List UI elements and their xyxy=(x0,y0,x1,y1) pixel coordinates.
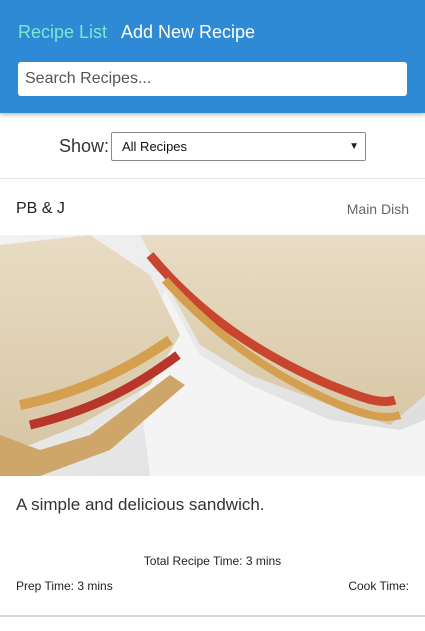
filter-label: Show: xyxy=(59,136,110,156)
recipe-category: Main Dish xyxy=(346,201,409,217)
prep-time: Prep Time: 3 mins xyxy=(16,579,113,593)
recipe-image[interactable] xyxy=(0,235,425,476)
nav-recipe-list[interactable]: Recipe List xyxy=(18,21,107,43)
total-recipe-time: Total Recipe Time: 3 mins xyxy=(143,554,282,568)
search-input[interactable] xyxy=(18,62,407,96)
sandwich-photo xyxy=(0,235,425,476)
cook-time: Cook Time: xyxy=(348,579,409,593)
select-value: All Recipes xyxy=(122,139,188,154)
app-header: Recipe List Add New Recipe xyxy=(0,0,425,113)
nav-add-new-recipe[interactable]: Add New Recipe xyxy=(121,21,255,43)
recipe-title[interactable]: PB & J xyxy=(16,199,65,219)
recipe-filter-select[interactable]: All Recipes ▼ xyxy=(111,132,366,161)
recipe-card[interactable]: PB & J Main Dish A simple and delicious … xyxy=(0,180,425,617)
dropdown-arrow-icon: ▼ xyxy=(349,141,359,152)
recipe-description: A simple and delicious sandwich. xyxy=(16,495,265,514)
filter-bar: Show: All Recipes ▼ xyxy=(0,113,425,179)
